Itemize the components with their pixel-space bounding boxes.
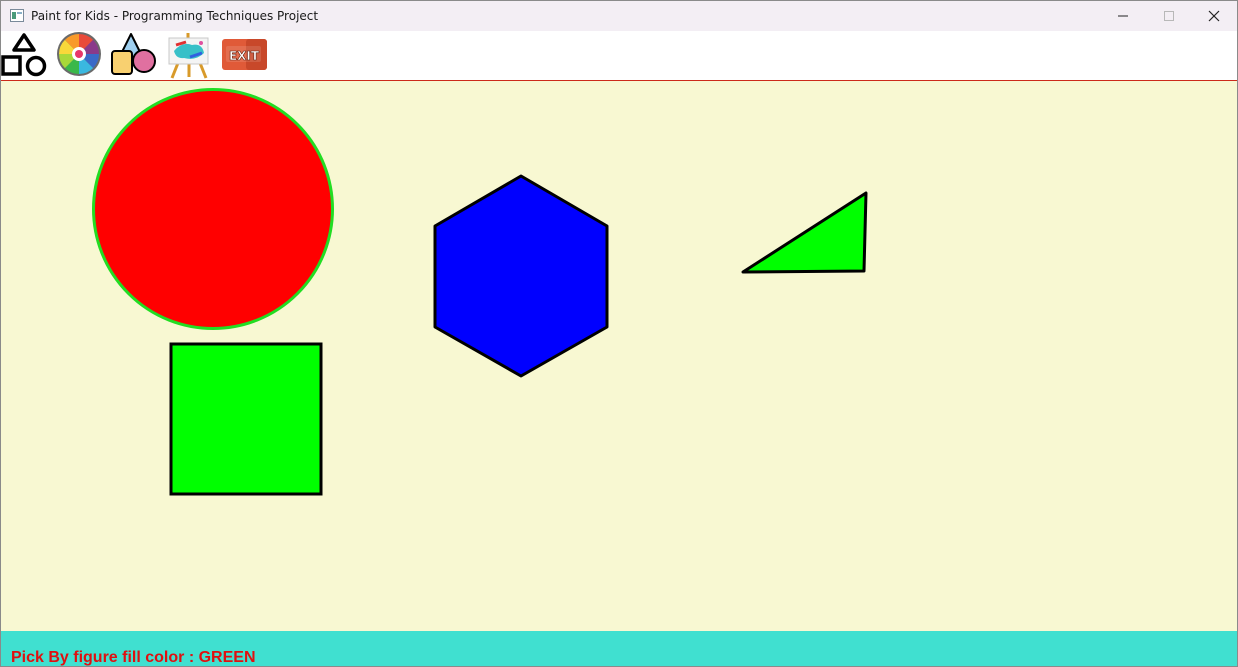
toolbar-item-colors[interactable] <box>55 31 105 80</box>
drawing-surface <box>92 88 868 496</box>
maximize-button[interactable] <box>1146 1 1192 31</box>
toolbar-item-exit[interactable]: EXIT <box>219 31 269 80</box>
figure-circle[interactable] <box>92 88 334 330</box>
title-bar: Paint for Kids - Programming Techniques … <box>1 1 1237 31</box>
status-bar: Pick By figure fill color : GREEN <box>1 631 1237 666</box>
app-window: Paint for Kids - Programming Techniques … <box>0 0 1238 667</box>
figure-square[interactable] <box>169 342 323 496</box>
toolbar-item-draw-mode[interactable] <box>164 31 214 80</box>
color-wheel-icon <box>57 32 101 76</box>
minimize-icon <box>1118 15 1128 17</box>
close-icon <box>1208 10 1220 22</box>
easel-icon <box>168 33 209 79</box>
minimize-button[interactable] <box>1100 1 1146 31</box>
exit-label: EXIT <box>229 49 260 63</box>
figure-triangle[interactable] <box>741 191 868 274</box>
toolbar-item-pick-and-hide[interactable] <box>109 31 159 80</box>
shape-pick-icon <box>111 33 156 75</box>
close-button[interactable] <box>1191 1 1237 31</box>
shapes-icon <box>1 33 47 77</box>
status-message: Pick By figure fill color : GREEN <box>11 649 256 666</box>
toolbar-item-figures[interactable] <box>1 31 51 80</box>
drawing-canvas[interactable] <box>1 81 1237 631</box>
app-icon <box>10 9 24 22</box>
maximize-icon <box>1164 11 1174 21</box>
exit-icon: EXIT <box>222 39 267 70</box>
figure-hexagon[interactable] <box>433 174 609 378</box>
toolbar: EXIT <box>1 31 1237 81</box>
window-title: Paint for Kids - Programming Techniques … <box>31 9 319 23</box>
